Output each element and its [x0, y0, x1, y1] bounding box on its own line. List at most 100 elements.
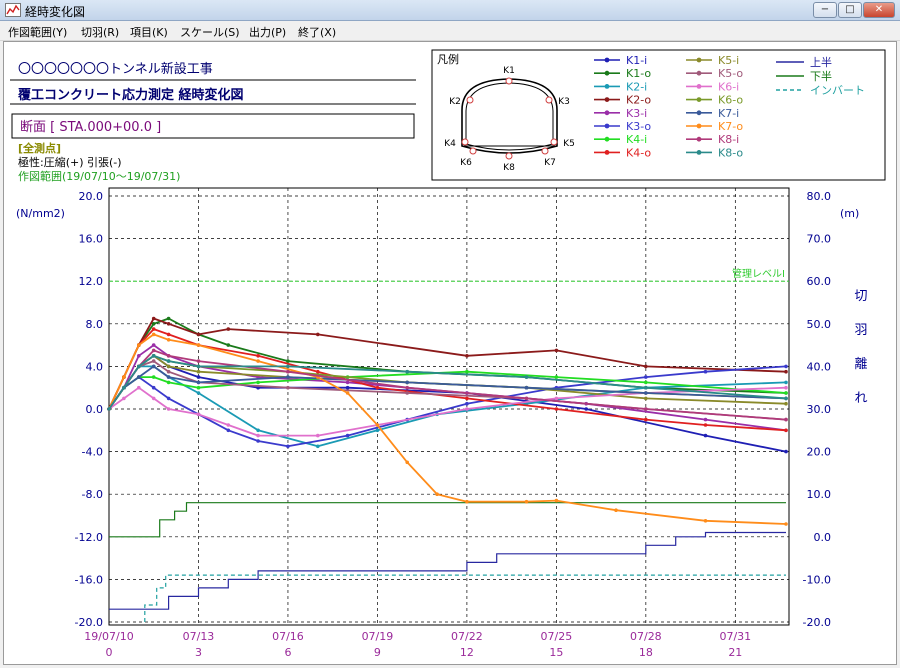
series-point-k7-i	[405, 380, 410, 385]
x-date-label: 07/25	[541, 630, 573, 643]
series-point-k4-i	[784, 391, 788, 395]
legend-marker	[696, 84, 702, 89]
series-point-k7-i	[286, 375, 290, 379]
series-point-k8-i	[166, 354, 171, 358]
legend-face-label: インバート	[810, 84, 865, 97]
left-tick-label: 12.0	[79, 275, 104, 288]
right-vertical-label-char: れ	[854, 391, 867, 406]
series-point-k7-o	[465, 499, 469, 504]
series-point-k6-i	[226, 423, 231, 427]
legend-label: K2-i	[626, 80, 647, 93]
left-tick-label: 4.0	[86, 360, 104, 373]
series-point-k3-o	[256, 439, 260, 443]
legend-marker	[696, 110, 702, 116]
k-point-marker	[505, 77, 513, 85]
series-point-k3-i	[151, 343, 156, 347]
series-point-k3-o	[784, 364, 788, 369]
series-point-k5-i	[644, 396, 648, 401]
left-tick-label: -12.0	[75, 531, 103, 544]
k-point-label: K5	[563, 139, 575, 149]
series-point-k7-o	[166, 338, 171, 342]
legend-label: K8-o	[718, 146, 743, 159]
maximize-button[interactable]: □	[838, 2, 862, 18]
window-title: 経時変化図	[25, 5, 86, 19]
legend-label: K7-i	[718, 107, 739, 120]
series-point-k6-i	[151, 396, 156, 401]
series-point-k4-o	[256, 354, 260, 358]
series-point-k7-o	[196, 343, 201, 347]
series-point-k4-o	[151, 327, 156, 331]
series-point-k1-o	[286, 359, 290, 363]
series-point-k6-i	[784, 385, 788, 390]
series-point-k4-i	[554, 375, 559, 379]
menu-output[interactable]: 出力(P)	[249, 24, 286, 40]
series-point-k4-o	[784, 428, 788, 433]
x-date-label: 19/07/10	[84, 630, 133, 643]
series-point-k6-i	[137, 385, 141, 390]
series-point-k7-o	[435, 492, 439, 497]
series-point-k5-o	[286, 385, 290, 390]
k-point-marker	[461, 138, 469, 146]
legend-marker	[604, 70, 610, 76]
k-point-label: K8	[503, 163, 515, 173]
legend-label: K3-i	[626, 107, 647, 120]
menu-plot-range[interactable]: 作図範囲(Y)	[8, 24, 67, 40]
legend-marker	[604, 97, 610, 102]
left-tick-label: -4.0	[82, 446, 103, 459]
k-point-label: K2	[449, 97, 461, 107]
series-point-k7-o	[703, 519, 708, 523]
series-point-k3-o	[286, 444, 290, 449]
right-tick-label: 40.0	[807, 360, 832, 373]
series-point-k7-o	[122, 375, 126, 379]
series-point-k8-o	[151, 354, 156, 358]
legend-marker	[696, 150, 702, 155]
series-point-k7-o	[256, 359, 260, 363]
k-point-label: K7	[544, 158, 556, 168]
legend-label: K8-i	[718, 133, 739, 146]
menu-scale[interactable]: スケール(S)	[180, 24, 240, 40]
menu-items[interactable]: 項目(K)	[130, 24, 168, 40]
series-point-k3-i	[345, 380, 350, 385]
right-tick-label: 60.0	[807, 275, 832, 288]
series-point-k7-o	[405, 460, 410, 465]
series-point-k7-o	[375, 423, 380, 427]
series-point-k3-o	[644, 375, 648, 379]
legend-face-label: 上半	[810, 55, 832, 69]
series-point-k2-o	[465, 354, 469, 358]
close-button[interactable]: ✕	[863, 2, 895, 18]
menu-face[interactable]: 切羽(R)	[81, 24, 119, 40]
x-day-label: 15	[549, 646, 563, 659]
series-point-k4-i	[256, 380, 260, 385]
series-point-k8-i	[196, 359, 201, 363]
series-point-k1-i	[703, 433, 708, 438]
k-point-label: K6	[460, 158, 472, 168]
k-point-marker	[545, 96, 553, 104]
left-tick-label: -16.0	[75, 573, 103, 586]
series-point-k8-o	[122, 385, 126, 390]
legend-label: K5-o	[718, 67, 743, 80]
left-axis-label: (N/mm2)	[16, 207, 65, 220]
series-point-k6-i	[554, 396, 559, 401]
series-point-k4-o	[316, 369, 320, 374]
chart-app-icon	[5, 3, 21, 17]
series-point-k7-o	[784, 522, 788, 526]
minimize-button[interactable]: −	[813, 2, 837, 18]
series-point-k7-o	[151, 332, 156, 337]
legend-marker	[604, 136, 610, 142]
left-tick-label: 20.0	[79, 190, 104, 203]
right-axis-label: (m)	[840, 207, 859, 220]
series-point-k3-o	[703, 369, 708, 374]
series-point-k5-o	[151, 359, 156, 363]
k-point-marker	[505, 152, 513, 160]
series-point-k1-i	[584, 407, 588, 411]
series-point-k2-o	[196, 332, 201, 337]
menu-exit[interactable]: 終了(X)	[298, 24, 336, 40]
legend-label: K4-o	[626, 146, 651, 159]
series-point-k4-o	[465, 396, 469, 401]
k-point-marker	[466, 96, 474, 104]
x-date-label: 07/31	[719, 630, 751, 643]
x-day-label: 18	[639, 646, 653, 659]
series-point-k4-o	[554, 407, 559, 411]
legend-label: K1-o	[626, 67, 651, 80]
right-tick-label: 10.0	[807, 488, 832, 501]
